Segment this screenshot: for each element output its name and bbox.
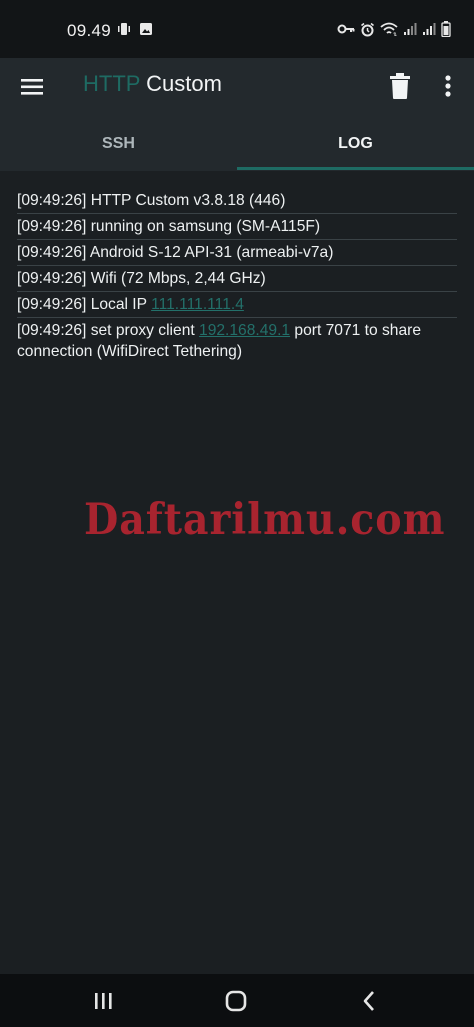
home-button[interactable] — [222, 988, 250, 1014]
key-icon — [337, 22, 355, 41]
tab-ssh[interactable]: SSH — [0, 116, 237, 171]
status-left-icons — [117, 22, 153, 41]
signal-icon — [403, 22, 417, 41]
recents-icon — [95, 993, 112, 1009]
tab-log[interactable]: LOG — [237, 116, 474, 171]
back-button[interactable] — [356, 988, 384, 1014]
status-right-icons: ⇅ — [337, 21, 451, 42]
log-list: [09:49:26] HTTP Custom v3.8.18 (446) [09… — [17, 190, 457, 366]
signal-icon — [422, 22, 436, 41]
tab-bar: SSH LOG — [0, 116, 474, 171]
app-title-accent: HTTP — [83, 71, 141, 96]
battery-icon — [441, 21, 451, 42]
local-ip-link[interactable]: 111.111.111.4 — [151, 296, 244, 313]
log-line: [09:49:26] set proxy client 192.168.49.1… — [17, 320, 457, 364]
proxy-client-link[interactable]: 192.168.49.1 — [199, 322, 290, 339]
wifi-icon: ⇅ — [380, 22, 398, 41]
delete-log-button[interactable] — [386, 70, 414, 102]
log-line: [09:49:26] HTTP Custom v3.8.18 (446) — [17, 190, 457, 214]
menu-button[interactable] — [18, 72, 48, 102]
vibrate-icon — [117, 22, 131, 41]
app-bar: HTTP Custom — [0, 58, 474, 116]
more-vert-icon — [445, 75, 451, 97]
home-icon — [225, 990, 247, 1012]
app-title: HTTP Custom — [83, 71, 222, 97]
menu-icon — [21, 79, 43, 95]
log-line: [09:49:26] Wifi (72 Mbps, 2,44 GHz) — [17, 268, 457, 292]
log-line-text: [09:49:26] Local IP — [17, 296, 152, 313]
recents-button[interactable] — [91, 988, 119, 1014]
alarm-icon — [360, 22, 375, 42]
watermark-text: Daftarilmu.com — [84, 495, 446, 545]
back-icon — [363, 991, 374, 1011]
log-line: [09:49:26] Local IP 111.111.111.4 — [17, 294, 457, 318]
status-bar: 09.49 ⇅ — [0, 0, 474, 58]
log-line: [09:49:26] running on samsung (SM-A115F) — [17, 216, 457, 240]
log-line: [09:49:26] Android S-12 API-31 (armeabi-… — [17, 242, 457, 266]
image-icon — [139, 22, 153, 41]
trash-icon — [390, 73, 410, 99]
status-time: 09.49 — [67, 21, 112, 40]
svg-text:⇅: ⇅ — [393, 32, 397, 36]
tab-selected-indicator — [237, 167, 474, 170]
more-options-button[interactable] — [437, 70, 459, 102]
app-title-main: Custom — [140, 71, 222, 96]
log-line-text: [09:49:26] set proxy client — [17, 322, 200, 339]
navigation-bar — [0, 974, 474, 1027]
